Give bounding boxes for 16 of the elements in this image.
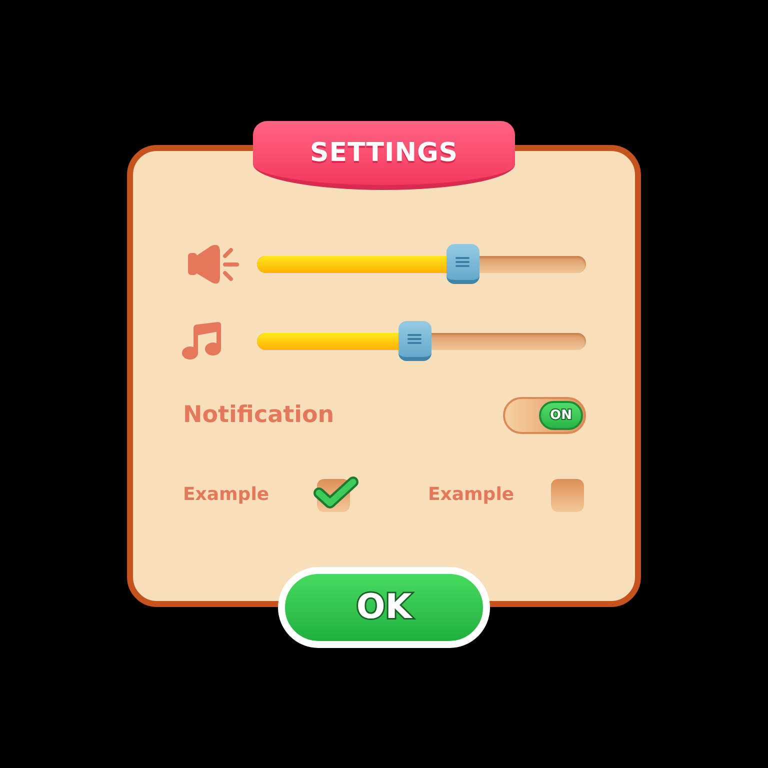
notification-toggle[interactable]: ON <box>503 397 586 434</box>
checkbox-label: Example <box>183 484 270 506</box>
settings-title: SETTINGS <box>310 138 458 168</box>
check-icon <box>313 476 359 510</box>
slider-track[interactable] <box>257 244 586 284</box>
ok-button[interactable]: OK <box>278 567 490 648</box>
slider-track[interactable] <box>257 321 586 361</box>
checkbox-label: Example <box>428 484 514 506</box>
music-note-icon <box>182 322 222 360</box>
grip-lines-icon <box>408 334 422 344</box>
checkbox[interactable] <box>551 478 584 512</box>
slider-handle[interactable] <box>446 244 480 284</box>
grip-lines-icon <box>456 257 470 267</box>
speaker-icon <box>185 244 240 284</box>
notification-label: Notification <box>183 402 334 429</box>
slider-handle[interactable] <box>398 321 432 361</box>
